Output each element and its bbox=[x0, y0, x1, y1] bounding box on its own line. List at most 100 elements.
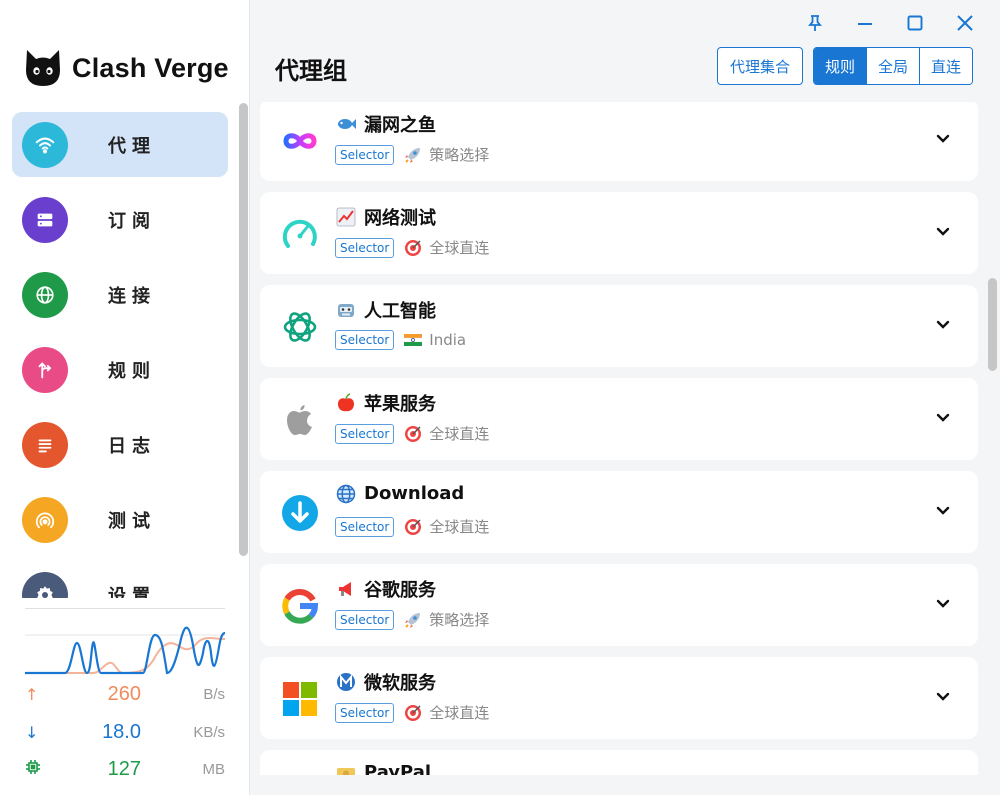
maximize-button[interactable] bbox=[890, 10, 940, 36]
mode-rule-button[interactable]: 规则 bbox=[813, 48, 867, 84]
sidebar-item-proxies[interactable]: 代理 bbox=[12, 112, 228, 177]
india-flag-emoji bbox=[404, 331, 423, 349]
metro-emoji bbox=[336, 672, 356, 692]
group-current-proxy: 全球直连 bbox=[429, 518, 490, 536]
proxy-group-card[interactable]: 人工智能 Selector India bbox=[260, 285, 978, 367]
chevron-down-icon[interactable] bbox=[934, 129, 952, 147]
pin-icon bbox=[808, 15, 822, 31]
sidebar-item-profiles[interactable]: 订阅 bbox=[12, 187, 228, 252]
main-scrollbar[interactable] bbox=[988, 278, 997, 371]
download-row: ↓ 18.0 KB/s bbox=[25, 720, 225, 744]
group-status: Selector 全球直连 bbox=[335, 237, 489, 258]
robot-emoji bbox=[336, 300, 356, 320]
traffic-divider bbox=[25, 608, 225, 609]
minimize-button[interactable] bbox=[840, 10, 890, 36]
paypal-icon bbox=[280, 772, 320, 775]
group-title: 苹果服务 bbox=[336, 390, 436, 416]
maximize-icon bbox=[907, 15, 923, 31]
window-controls bbox=[790, 10, 990, 36]
rocket-emoji bbox=[404, 146, 422, 164]
group-name: 谷歌服务 bbox=[364, 580, 436, 601]
sidebar-item-test[interactable]: 测试 bbox=[12, 487, 228, 552]
group-current-proxy: 全球直连 bbox=[429, 239, 490, 257]
group-title: 网络测试 bbox=[336, 204, 436, 230]
memory-chip-icon bbox=[25, 759, 45, 779]
proxy-group-card[interactable]: PayPal bbox=[260, 750, 978, 775]
sidebar-item-label: 代理 bbox=[108, 135, 156, 157]
group-title: PayPal bbox=[336, 762, 431, 775]
group-name: 微软服务 bbox=[364, 673, 436, 694]
group-type-badge: Selector bbox=[335, 423, 395, 444]
group-status: Selector 策略选择 bbox=[335, 609, 489, 630]
group-current-proxy: 策略选择 bbox=[429, 146, 490, 164]
openai-icon bbox=[280, 307, 320, 347]
server-icon bbox=[22, 196, 68, 243]
megaphone-emoji bbox=[336, 579, 356, 599]
wifi-icon bbox=[22, 121, 68, 168]
rocket-emoji bbox=[404, 611, 422, 629]
chevron-down-icon[interactable] bbox=[934, 408, 952, 426]
group-current-proxy: 全球直连 bbox=[429, 704, 490, 722]
target-emoji bbox=[404, 425, 422, 443]
sidebar-item-label: 订阅 bbox=[108, 210, 156, 232]
chevron-down-icon[interactable] bbox=[934, 687, 952, 705]
upload-unit: B/s bbox=[203, 685, 225, 703]
group-type-badge: Selector bbox=[335, 144, 395, 165]
chevron-down-icon[interactable] bbox=[934, 501, 952, 519]
proxy-group-card[interactable]: 网络测试 Selector 全球直连 bbox=[260, 192, 978, 274]
group-name: 漏网之鱼 bbox=[364, 115, 436, 136]
traffic-panel: ↑ 260 B/s ↓ 18.0 KB/s 127 MB bbox=[25, 608, 225, 780]
sidebar-item-logs[interactable]: 日志 bbox=[12, 412, 228, 477]
provider-button[interactable]: 代理集合 bbox=[716, 47, 803, 85]
sidebar-item-label: 测试 bbox=[108, 510, 156, 532]
chevron-down-icon[interactable] bbox=[934, 594, 952, 612]
pin-button[interactable] bbox=[790, 10, 840, 36]
sidebar-item-rules[interactable]: 规则 bbox=[12, 337, 228, 402]
sidebar-item-connections[interactable]: 连接 bbox=[12, 262, 228, 327]
traffic-graph bbox=[25, 626, 225, 675]
group-name: PayPal bbox=[364, 762, 432, 775]
group-status: Selector 全球直连 bbox=[335, 702, 489, 723]
sidebar-item-label: 规则 bbox=[108, 360, 156, 382]
group-title: 微软服务 bbox=[336, 669, 436, 695]
group-name: Download bbox=[364, 483, 465, 504]
chevron-down-icon[interactable] bbox=[934, 222, 952, 240]
infinity-icon bbox=[280, 121, 320, 161]
sidebar-item-label: 设置 bbox=[108, 585, 156, 599]
proxy-group-card[interactable]: 微软服务 Selector 全球直连 bbox=[260, 657, 978, 739]
proxy-group-card[interactable]: Download Selector 全球直连 bbox=[260, 471, 978, 553]
page-title: 代理组 bbox=[275, 57, 347, 85]
radar-icon bbox=[22, 496, 68, 543]
sidebar-item-label: 日志 bbox=[108, 435, 156, 457]
close-button[interactable] bbox=[940, 10, 990, 36]
microsoft-icon bbox=[280, 679, 320, 719]
chart-emoji bbox=[336, 207, 356, 227]
group-status: Selector India bbox=[335, 330, 466, 350]
arrow-up-icon: ↑ bbox=[25, 684, 39, 704]
group-current-proxy: 策略选择 bbox=[429, 611, 490, 629]
mode-direct-button[interactable]: 直连 bbox=[919, 48, 972, 84]
group-title: 人工智能 bbox=[336, 297, 436, 323]
group-name: 苹果服务 bbox=[364, 394, 436, 415]
chevron-down-icon[interactable] bbox=[934, 315, 952, 333]
memory-value: 127 bbox=[107, 757, 141, 780]
sidebar-scrollbar[interactable] bbox=[239, 103, 248, 556]
proxy-group-card[interactable]: 谷歌服务 Selector 策略选择 bbox=[260, 564, 978, 646]
group-title: Download bbox=[336, 483, 464, 504]
target-emoji bbox=[404, 239, 422, 257]
sidebar: Clash Verge 代理 订阅 连接 规则 日志 测试 设置 ↑ 260 B… bbox=[0, 0, 250, 795]
mode-global-button[interactable]: 全局 bbox=[866, 48, 920, 84]
speedometer-icon bbox=[280, 214, 320, 254]
upload-row: ↑ 260 B/s bbox=[25, 682, 225, 706]
proxy-group-card[interactable]: 苹果服务 Selector 全球直连 bbox=[260, 378, 978, 460]
proxy-group-card[interactable]: 漏网之鱼 Selector 策略选择 bbox=[260, 102, 978, 181]
download-icon bbox=[280, 493, 320, 533]
group-status: Selector 策略选择 bbox=[335, 144, 489, 165]
arrow-down-icon: ↓ bbox=[25, 722, 39, 742]
sidebar-item-settings[interactable]: 设置 bbox=[12, 562, 228, 598]
group-title: 谷歌服务 bbox=[336, 576, 436, 602]
proxy-group-list[interactable]: 漏网之鱼 Selector 策略选择 网络测试 Selector 全球直连 人工… bbox=[251, 102, 1000, 775]
minimize-icon bbox=[858, 23, 872, 25]
mode-switch: 规则 全局 直连 bbox=[812, 47, 973, 85]
group-type-badge: Selector bbox=[335, 237, 395, 258]
